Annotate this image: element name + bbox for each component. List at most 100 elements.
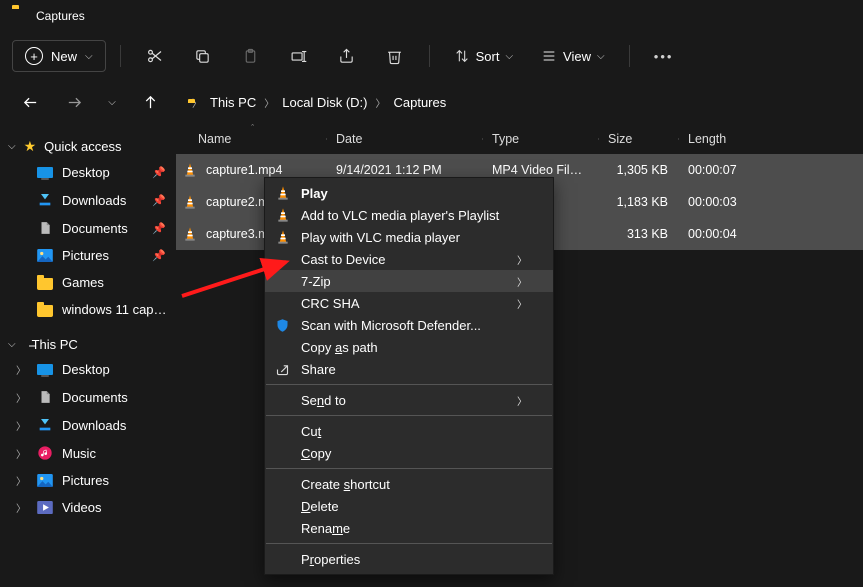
context-menu-item[interactable]: Copy as path [265, 336, 553, 358]
star-icon: ★ [24, 138, 37, 155]
context-menu-item[interactable]: CRC SHA〉 [265, 292, 553, 314]
context-menu-separator [266, 384, 552, 385]
vlc-icon [182, 162, 198, 178]
vlc-icon [182, 226, 198, 242]
chevron-down-icon: ⌵ [108, 97, 116, 108]
copy-icon [194, 48, 211, 65]
context-menu-item[interactable]: Cut [265, 420, 553, 442]
context-menu-item[interactable]: Play with VLC media player [265, 226, 553, 248]
context-menu[interactable]: PlayAdd to VLC media player's Playlist Pl… [264, 177, 554, 575]
delete-button[interactable] [375, 36, 415, 76]
pin-icon: 📌 [152, 166, 166, 179]
breadcrumb-item[interactable]: Local Disk (D:) [278, 93, 371, 112]
sidebar-item-label: Documents [62, 221, 144, 236]
chevron-right-icon: 〉 [14, 362, 28, 377]
pictures-icon [36, 249, 54, 262]
sidebar-item-pc-music[interactable]: 〉Music [0, 439, 176, 467]
this-pc-header[interactable]: ⌵ This PC [0, 333, 176, 356]
downloads-icon [36, 192, 54, 208]
more-button[interactable]: ••• [644, 36, 684, 76]
rename-button[interactable] [279, 36, 319, 76]
sort-button[interactable]: Sort ⌵ [444, 42, 523, 70]
breadcrumb[interactable]: 〉 This PC 〉 Local Disk (D:) 〉 Captures [188, 93, 450, 112]
forward-button[interactable] [56, 84, 92, 120]
back-button[interactable] [12, 84, 48, 120]
context-menu-item[interactable]: Send to〉 [265, 389, 553, 411]
breadcrumb-item[interactable]: This PC [206, 93, 260, 112]
col-label: Size [608, 132, 632, 146]
this-pc-label: This PC [32, 337, 78, 352]
this-pc-group: ⌵ This PC 〉Desktop 〉Documents 〉Downloads… [0, 333, 176, 521]
context-menu-item[interactable]: Share [265, 358, 553, 380]
context-menu-item[interactable]: Scan with Microsoft Defender... [265, 314, 553, 336]
recent-button[interactable]: ⌵ [100, 84, 124, 120]
toolbar-divider [429, 45, 430, 67]
view-button[interactable]: View ⌵ [531, 42, 615, 70]
view-icon [541, 48, 557, 64]
context-menu-item[interactable]: Create shortcut [265, 473, 553, 495]
pin-icon: 📌 [152, 249, 166, 262]
context-menu-item[interactable]: Copy [265, 442, 553, 464]
trash-icon [386, 48, 403, 65]
downloads-icon [36, 417, 54, 433]
sidebar: ⌵ ★ Quick access Desktop 📌 Downloads 📌 D… [0, 124, 176, 587]
col-name[interactable]: ＾ Name [176, 132, 326, 146]
paste-button[interactable] [231, 36, 271, 76]
chevron-down-icon: ⌵ [8, 141, 16, 152]
sidebar-item-label: Pictures [62, 473, 172, 488]
sidebar-item-pc-desktop[interactable]: 〉Desktop [0, 356, 176, 383]
context-menu-item[interactable]: Delete [265, 495, 553, 517]
copy-button[interactable] [183, 36, 223, 76]
folder-icon [36, 276, 54, 290]
new-button[interactable]: + New ⌵ [12, 40, 106, 72]
context-menu-item[interactable]: Properties [265, 548, 553, 570]
context-menu-item[interactable]: Add to VLC media player's Playlist [265, 204, 553, 226]
sidebar-item-games[interactable]: Games [0, 269, 176, 296]
sidebar-item-label: Documents [62, 390, 172, 405]
sidebar-item-pc-documents[interactable]: 〉Documents [0, 383, 176, 411]
vlc-icon [275, 185, 301, 201]
quick-access-label: Quick access [44, 139, 121, 154]
file-date: 9/14/2021 1:12 PM [326, 163, 482, 177]
chevron-right-icon: 〉 [517, 393, 527, 408]
sidebar-item-pc-videos[interactable]: 〉Videos [0, 494, 176, 521]
sidebar-item-documents[interactable]: Documents 📌 [0, 214, 176, 242]
context-menu-label: 7-Zip [301, 274, 517, 289]
column-header-row: ＾ Name Date Type Size Length [176, 124, 863, 154]
col-date[interactable]: Date [326, 132, 482, 146]
file-length: 00:00:03 [678, 195, 768, 209]
context-menu-item[interactable]: 7-Zip〉 [265, 270, 553, 292]
sidebar-item-captures[interactable]: windows 11 capptures [0, 296, 176, 323]
context-menu-label: Share [301, 362, 527, 377]
folder-icon [36, 303, 54, 317]
quick-access-header[interactable]: ⌵ ★ Quick access [0, 134, 176, 159]
chevron-right-icon: 〉 [517, 252, 527, 267]
new-label: New [51, 49, 77, 64]
sidebar-item-pc-downloads[interactable]: 〉Downloads [0, 411, 176, 439]
context-menu-separator [266, 468, 552, 469]
breadcrumb-item[interactable]: Captures [389, 93, 450, 112]
context-menu-item[interactable]: Rename [265, 517, 553, 539]
share-button[interactable] [327, 36, 367, 76]
col-size[interactable]: Size [598, 132, 678, 146]
sidebar-item-downloads[interactable]: Downloads 📌 [0, 186, 176, 214]
chevron-down-icon: ⌵ [505, 51, 513, 62]
context-menu-label: Play with VLC media player [301, 230, 527, 245]
shield-icon [275, 318, 301, 333]
sidebar-item-pc-pictures[interactable]: 〉Pictures [0, 467, 176, 494]
col-length[interactable]: Length [678, 132, 768, 146]
clipboard-icon [242, 48, 259, 65]
col-type[interactable]: Type [482, 132, 598, 146]
toolbar-divider [629, 45, 630, 67]
sidebar-item-pictures[interactable]: Pictures 📌 [0, 242, 176, 269]
context-menu-label: Properties [301, 552, 527, 567]
ellipsis-icon: ••• [654, 49, 674, 64]
col-label: Type [492, 132, 519, 146]
arrow-up-icon [142, 94, 159, 111]
context-menu-item[interactable]: Cast to Device〉 [265, 248, 553, 270]
scissors-icon [146, 47, 164, 65]
up-button[interactable] [132, 84, 168, 120]
sidebar-item-desktop[interactable]: Desktop 📌 [0, 159, 176, 186]
cut-button[interactable] [135, 36, 175, 76]
context-menu-item[interactable]: Play [265, 182, 553, 204]
